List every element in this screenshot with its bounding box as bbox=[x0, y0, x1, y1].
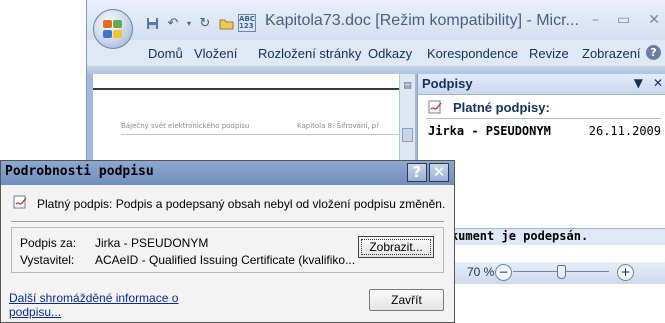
close-dialog-button[interactable]: Zavřít bbox=[369, 289, 444, 311]
zoom-out-button[interactable]: − bbox=[495, 264, 512, 281]
dialog-separator bbox=[11, 221, 444, 222]
valid-signatures-header: Platné podpisy: bbox=[426, 98, 661, 119]
tab-rozlozeni-stranky[interactable]: Rozložení stránky bbox=[258, 46, 361, 61]
signature-icon bbox=[428, 100, 444, 118]
signature-status-row: Platný podpis: Podpis a podepsaný obsah … bbox=[13, 195, 446, 215]
help-icon[interactable]: ? bbox=[646, 45, 661, 60]
pane-close-icon[interactable]: ✕ bbox=[653, 76, 663, 90]
issuer-label: Vystavitel: bbox=[20, 253, 75, 267]
pane-footer: o dokument je podepsán. bbox=[418, 228, 665, 245]
signature-status-text: Platný podpis: Podpis a podepsaný obsah … bbox=[37, 197, 446, 211]
tab-odkazy[interactable]: Odkazy bbox=[368, 46, 412, 61]
zoom-slider-thumb[interactable] bbox=[557, 265, 566, 279]
tab-korespondence[interactable]: Korespondence bbox=[427, 46, 518, 61]
doc-header-right: Kapitola 8: Šifrování, př bbox=[297, 122, 380, 130]
signature-icon bbox=[13, 195, 29, 213]
chevron-down-icon[interactable]: ▾ bbox=[185, 14, 193, 32]
dialog-title-bar: Podrobnosti podpisu ? ✕ bbox=[1, 161, 454, 185]
close-button[interactable]: ✕ bbox=[648, 12, 660, 28]
valid-signatures-label: Platné podpisy: bbox=[453, 100, 550, 115]
zoom-in-button[interactable]: + bbox=[617, 264, 634, 281]
signature-name[interactable]: Jirka - PSEUDONYM bbox=[428, 124, 551, 138]
more-info-link[interactable]: Další shromážděné informace o podpisu... bbox=[9, 291, 209, 319]
dialog-close-button[interactable]: ✕ bbox=[429, 163, 449, 182]
tab-revize[interactable]: Revize bbox=[529, 46, 569, 61]
signed-by-label: Podpis za: bbox=[20, 236, 77, 250]
office-logo-icon bbox=[103, 20, 123, 38]
dialog-help-button[interactable]: ? bbox=[407, 163, 427, 182]
issuer-value: ACAeID - Qualified Issuing Certificate (… bbox=[95, 253, 356, 267]
doc-header-left: Báječný svět elektronického podpisu bbox=[121, 122, 250, 130]
title-bar: ↶ ▾ ↻ ABC 123 ⌄ Kapitola73.doc [Režim kom… bbox=[87, 0, 665, 40]
window-controls: – ▭ ✕ bbox=[592, 12, 660, 28]
save-icon[interactable] bbox=[143, 14, 161, 32]
signature-date: 26.11.2009 bbox=[588, 124, 661, 138]
open-folder-icon[interactable] bbox=[217, 14, 235, 32]
undo-icon[interactable]: ↶ bbox=[164, 14, 182, 32]
pane-controls: ▼ ✕ bbox=[634, 76, 663, 90]
pane-header: Podpisy ▼ ✕ bbox=[418, 74, 665, 95]
office-button[interactable] bbox=[93, 9, 133, 49]
maximize-button[interactable]: ▭ bbox=[617, 12, 630, 28]
signed-by-value: Jirka - PSEUDONYM bbox=[95, 236, 209, 250]
dialog-title: Podrobnosti podpisu bbox=[5, 164, 154, 179]
tab-zobrazeni[interactable]: Zobrazení bbox=[582, 46, 641, 61]
window-title: Kapitola73.doc [Režim kompatibility] - M… bbox=[265, 12, 579, 29]
view-certificate-button[interactable]: Zobrazit... bbox=[358, 236, 434, 258]
ruler-toggle-icon[interactable]: ▤ bbox=[401, 80, 414, 93]
page-top-border bbox=[93, 88, 399, 90]
signature-details-dialog: Podrobnosti podpisu ? ✕ Platný podpis: P… bbox=[0, 160, 455, 323]
tab-vlozeni[interactable]: Vložení bbox=[194, 46, 237, 61]
zoom-level[interactable]: 70 % bbox=[467, 265, 494, 279]
header-rule bbox=[121, 134, 399, 135]
tab-domu[interactable]: Domů bbox=[148, 46, 183, 61]
redo-icon[interactable]: ↻ bbox=[196, 14, 214, 32]
minimize-button[interactable]: – bbox=[592, 12, 599, 28]
spelling-icon[interactable]: ABC 123 bbox=[238, 14, 256, 32]
pane-title: Podpisy bbox=[422, 76, 473, 91]
ribbon-collapsed bbox=[87, 66, 665, 74]
quick-access-toolbar: ↶ ▾ ↻ ABC 123 ⌄ bbox=[143, 14, 280, 32]
scroll-thumb[interactable] bbox=[402, 128, 413, 142]
signer-details-box: Podpis za: Jirka - PSEUDONYM Vystavitel:… bbox=[11, 227, 444, 273]
pane-menu-icon[interactable]: ▼ bbox=[634, 76, 643, 90]
